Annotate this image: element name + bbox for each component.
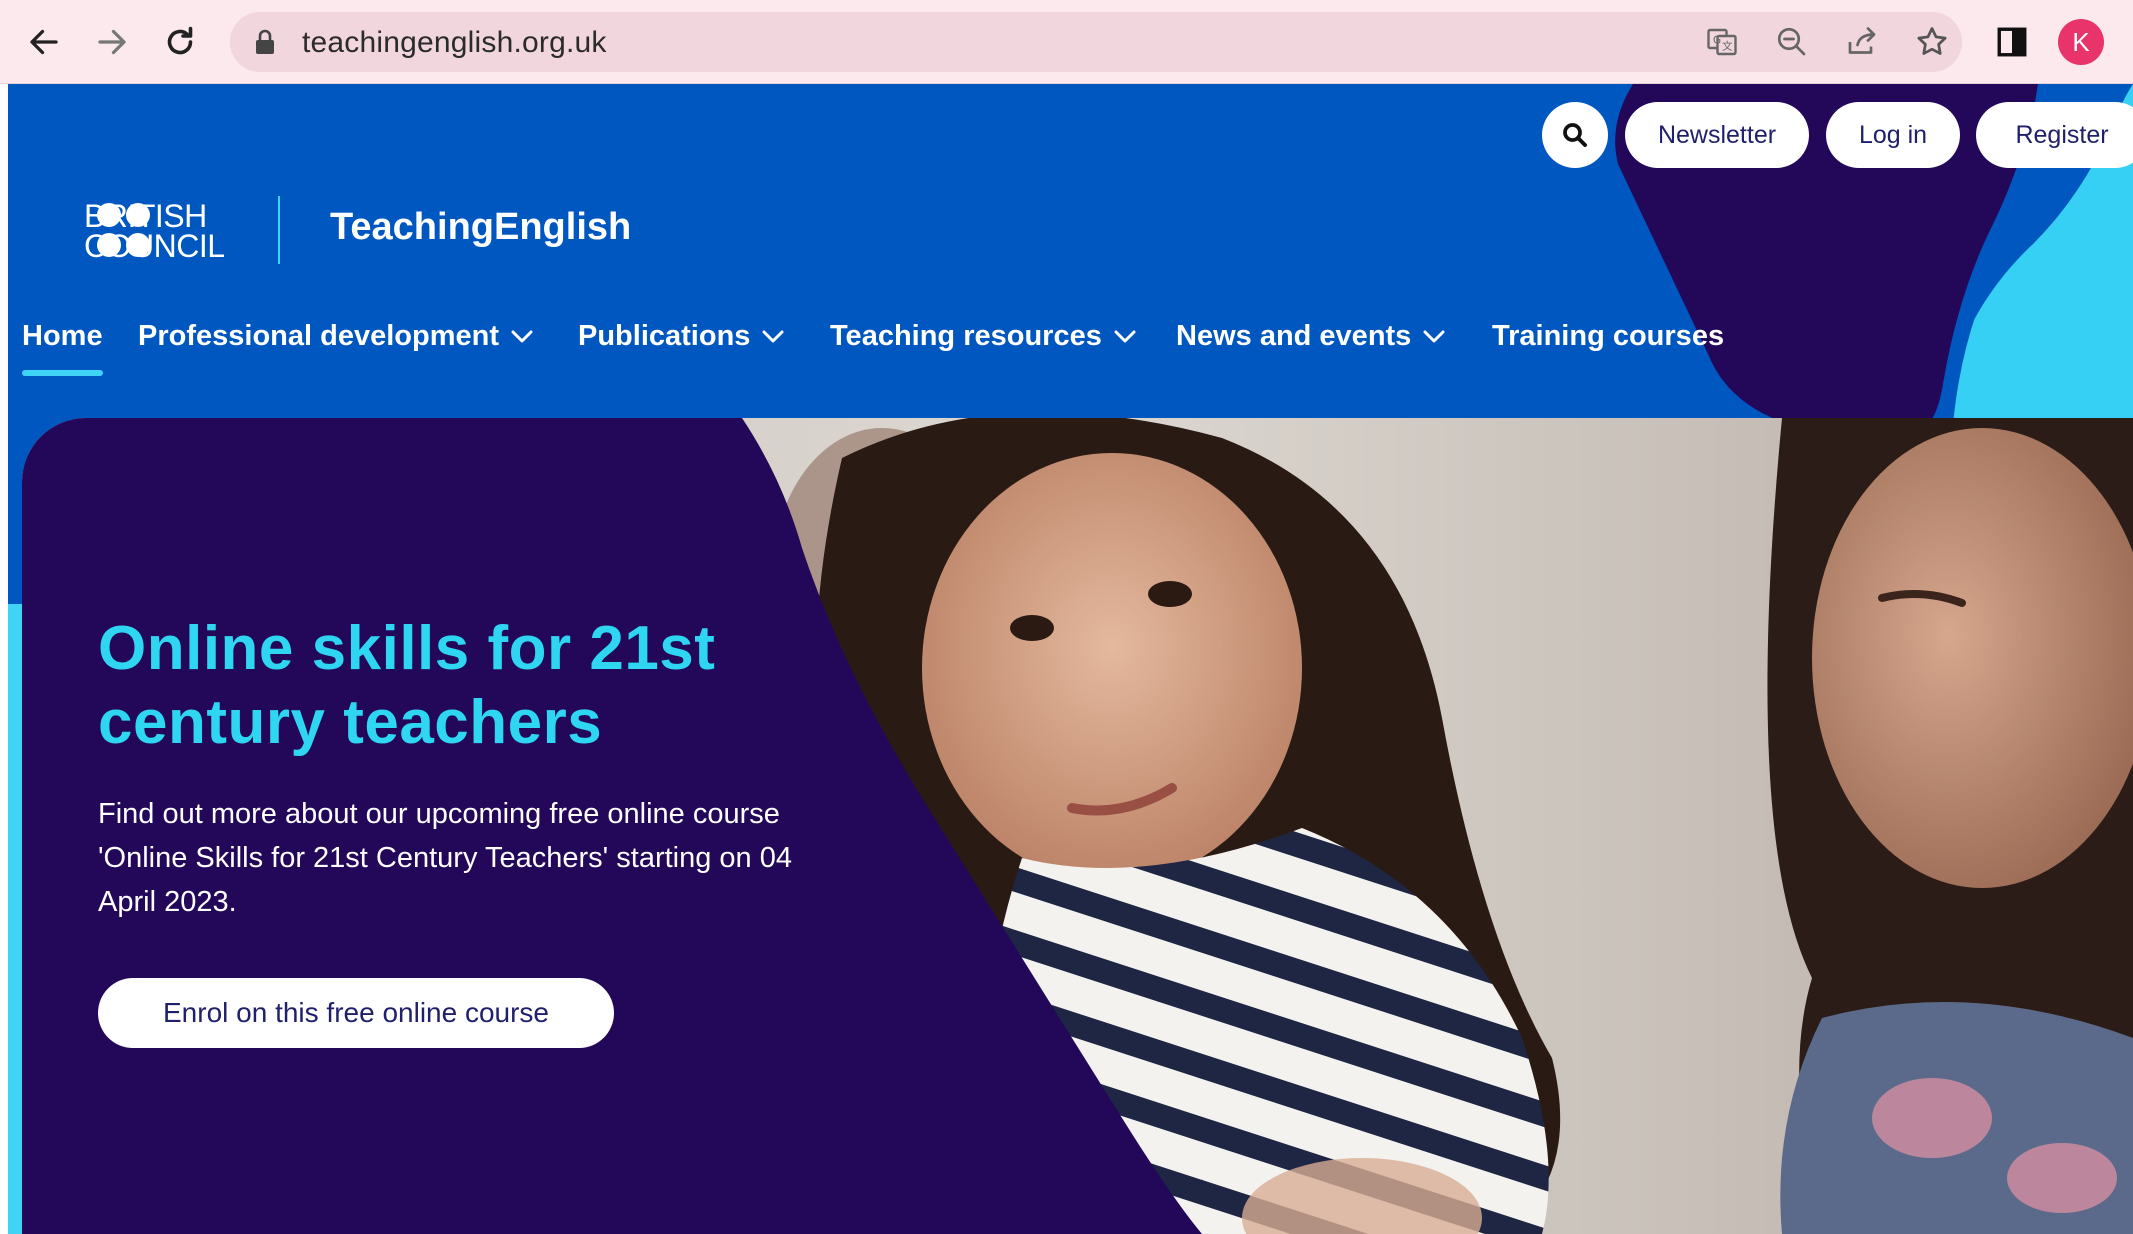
side-panel-button[interactable] [1988, 18, 2036, 66]
nav-teaching-resources-label: Teaching resources [830, 320, 1102, 352]
chevron-down-icon [762, 330, 784, 342]
reload-icon [167, 26, 193, 55]
nav-teaching-resources[interactable]: Teaching resources [830, 320, 1136, 353]
svg-text:G: G [1713, 35, 1721, 47]
zoom-button[interactable] [1774, 24, 1810, 60]
nav-publications[interactable]: Publications [578, 320, 784, 353]
share-button[interactable] [1844, 24, 1880, 60]
chevron-down-icon [511, 330, 533, 342]
hero-title: Online skills for 21st century teachers [98, 614, 716, 757]
logo-wordmark: BRITISH COUNCIL [84, 198, 225, 264]
nav-publications-label: Publications [578, 320, 751, 352]
star-icon [1917, 27, 1947, 55]
profile-avatar[interactable]: K [2058, 19, 2104, 65]
back-arrow-icon [30, 29, 58, 55]
browser-toolbar: teachingenglish.org.uk G文 K [0, 0, 2133, 84]
header-actions: Newsletter Log in Register [8, 102, 2133, 172]
translate-button[interactable]: G文 [1704, 24, 1740, 60]
nav-news-and-events-label: News and events [1176, 320, 1412, 352]
chevron-down-icon [1423, 330, 1445, 342]
forward-button[interactable] [88, 18, 136, 66]
url-text[interactable]: teachingenglish.org.uk [302, 26, 607, 60]
nav-home[interactable]: Home [22, 320, 103, 353]
logo-divider [278, 196, 280, 264]
share-icon [1848, 27, 1876, 54]
newsletter-button[interactable]: Newsletter [1625, 102, 1809, 168]
accent-strip [8, 604, 22, 1234]
svg-text:文: 文 [1722, 40, 1733, 53]
lock-icon [256, 29, 274, 54]
logo-line-2: COUNCIL [84, 228, 225, 264]
forward-arrow-icon [98, 29, 126, 55]
nav-professional-development[interactable]: Professional development [138, 320, 533, 353]
enrol-button[interactable]: Enrol on this free online course [98, 978, 614, 1048]
chevron-down-icon [1114, 330, 1136, 342]
logo-line-1: BRITISH [84, 198, 207, 234]
search-button[interactable] [1542, 102, 1608, 168]
nav-news-and-events[interactable]: News and events [1176, 320, 1445, 353]
address-bar[interactable]: teachingenglish.org.uk G文 [230, 12, 1962, 72]
nav-home-label: Home [22, 320, 103, 352]
hero-banner: Online skills for 21st century teachers … [22, 418, 2133, 1234]
site-title[interactable]: TeachingEnglish [330, 206, 631, 249]
bookmark-button[interactable] [1914, 24, 1950, 60]
register-button[interactable]: Register [1976, 102, 2133, 168]
search-icon [1563, 123, 1587, 147]
translate-icon: G文 [1707, 28, 1737, 56]
nav-training-courses[interactable]: Training courses [1492, 320, 1724, 353]
nav-professional-development-label: Professional development [138, 320, 499, 352]
zoom-out-icon [1777, 27, 1806, 56]
back-button[interactable] [20, 18, 68, 66]
nav-training-courses-label: Training courses [1492, 320, 1725, 352]
website: BRITISH COUNCIL TeachingEnglish Newslett… [8, 84, 2133, 1234]
reload-button[interactable] [156, 18, 204, 66]
login-button[interactable]: Log in [1826, 102, 1960, 168]
side-panel-icon [1997, 27, 2027, 57]
hero-description: Find out more about our upcoming free on… [98, 798, 792, 918]
main-navigation: Home Professional development Publicatio… [8, 320, 1788, 380]
active-tab-indicator [22, 370, 103, 376]
